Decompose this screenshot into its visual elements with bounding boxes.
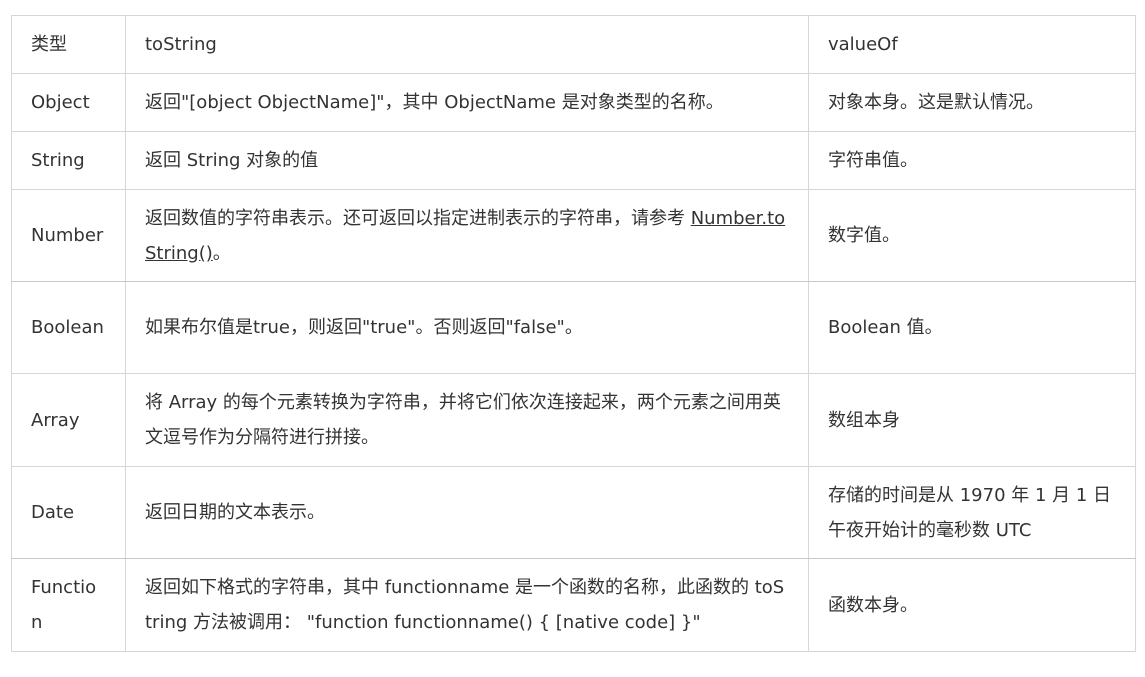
comparison-table-container: 类型 toString valueOf Object 返回"[object Ob… [11,15,1136,652]
cell-tostring: 将 Array 的每个元素转换为字符串，并将它们依次连接起来，两个元素之间用英文… [125,373,809,467]
cell-valueof: 字符串值。 [808,131,1136,190]
header-tostring: toString [125,15,809,74]
cell-type: Boolean [11,281,126,374]
cell-type: String [11,131,126,190]
cell-tostring: 返回如下格式的字符串，其中 functionname 是一个函数的名称，此函数的… [125,558,809,652]
table-row: Object 返回"[object ObjectName]"，其中 Object… [11,73,1136,132]
cell-valueof: 函数本身。 [808,558,1136,652]
table-row: Number 返回数值的字符串表示。还可返回以指定进制表示的字符串，请参考 Nu… [11,189,1136,282]
cell-valueof: 对象本身。这是默认情况。 [808,73,1136,132]
cell-type: Object [11,73,126,132]
cell-tostring: 返回日期的文本表示。 [125,466,809,559]
cell-type: Number [11,189,126,282]
tostring-valueof-table: 类型 toString valueOf Object 返回"[object Ob… [11,15,1136,652]
cell-valueof: Boolean 值。 [808,281,1136,374]
cell-type: Array [11,373,126,467]
cell-type: Function [11,558,126,652]
cell-type: Date [11,466,126,559]
table-row: Array 将 Array 的每个元素转换为字符串，并将它们依次连接起来，两个元… [11,373,1136,467]
header-type: 类型 [11,15,126,74]
cell-valueof: 数组本身 [808,373,1136,467]
cell-tostring: 返回"[object ObjectName]"，其中 ObjectName 是对… [125,73,809,132]
header-valueof: valueOf [808,15,1136,74]
table-header-row: 类型 toString valueOf [11,15,1136,74]
cell-valueof: 数字值。 [808,189,1136,282]
table-row: String 返回 String 对象的值 字符串值。 [11,131,1136,190]
cell-tostring-prefix: 返回数值的字符串表示。还可返回以指定进制表示的字符串，请参考 [145,207,691,229]
cell-tostring: 返回数值的字符串表示。还可返回以指定进制表示的字符串，请参考 Number.to… [125,189,809,282]
cell-tostring: 返回 String 对象的值 [125,131,809,190]
table-row: Function 返回如下格式的字符串，其中 functionname 是一个函… [11,558,1136,652]
cell-tostring: 如果布尔值是true，则返回"true"。否则返回"false"。 [125,281,809,374]
cell-tostring-suffix: 。 [212,242,231,264]
table-row: Boolean 如果布尔值是true，则返回"true"。否则返回"false"… [11,281,1136,374]
table-row: Date 返回日期的文本表示。 存储的时间是从 1970 年 1 月 1 日午夜… [11,466,1136,559]
cell-valueof: 存储的时间是从 1970 年 1 月 1 日午夜开始计的毫秒数 UTC [808,466,1136,559]
